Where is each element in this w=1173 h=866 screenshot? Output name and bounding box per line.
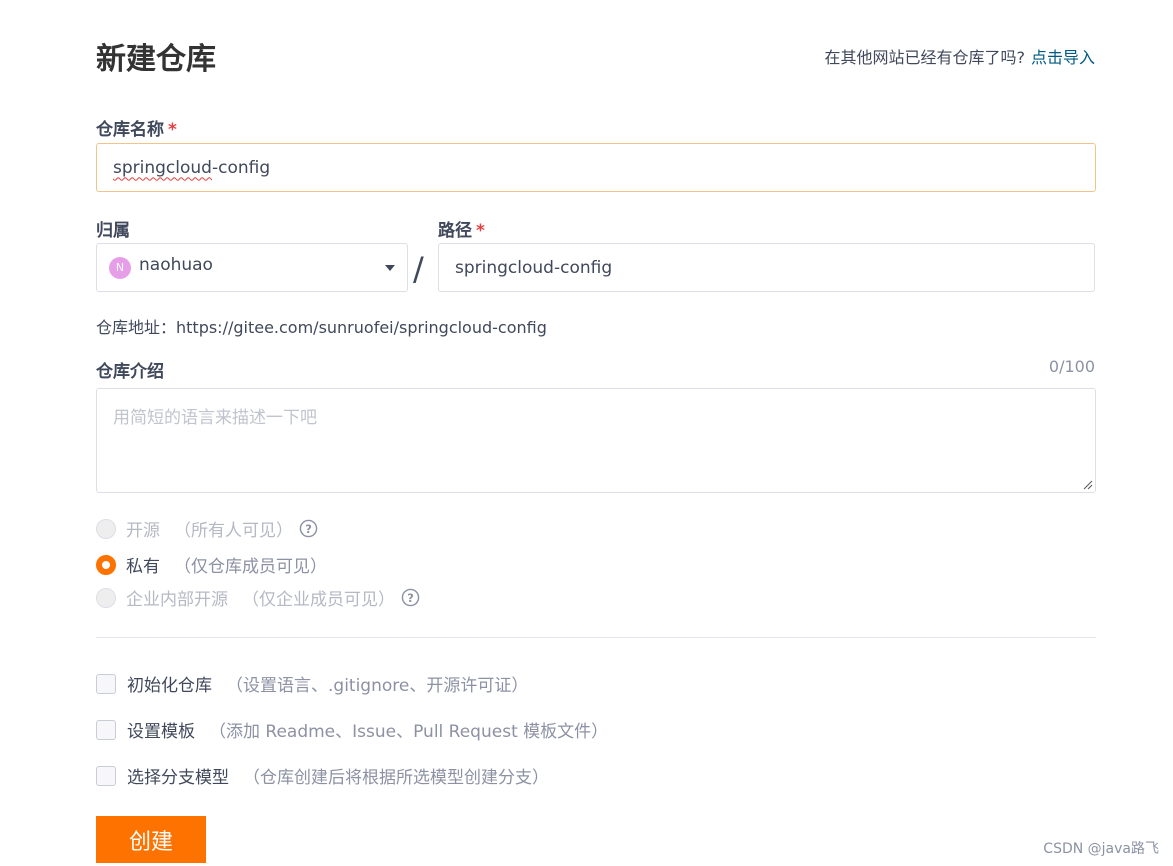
avatar: N	[109, 256, 131, 279]
description-placeholder: 用简短的语言来描述一下吧	[113, 408, 317, 428]
radio-public[interactable]	[96, 518, 116, 539]
import-prompt: 在其他网站已经有仓库了吗?	[824, 48, 1025, 67]
owner-select[interactable]: N naohuao	[96, 243, 408, 292]
visibility-label: 私有	[126, 557, 160, 577]
svg-text:?: ?	[305, 522, 312, 536]
path-separator: /	[413, 250, 424, 288]
required-mark: *	[476, 221, 485, 241]
description-counter: 0/100	[1048, 357, 1095, 376]
visibility-hint: （仅企业成员可见）	[242, 590, 395, 610]
visibility-label: 企业内部开源	[126, 590, 228, 610]
option-label: 选择分支模型	[127, 768, 229, 788]
help-icon[interactable]: ?	[299, 519, 318, 538]
import-link[interactable]: 点击导入	[1031, 48, 1095, 67]
visibility-hint: （所有人可见）	[174, 521, 293, 541]
option-label: 设置模板	[127, 722, 195, 742]
radio-private[interactable]	[96, 554, 116, 575]
divider	[96, 637, 1096, 638]
path-label-text: 路径	[438, 221, 472, 241]
visibility-option-enterprise[interactable]: 企业内部开源 （仅企业成员可见） ?	[96, 585, 420, 610]
option-hint: （添加 Readme、Issue、Pull Request 模板文件）	[209, 722, 609, 742]
owner-name: naohuao	[139, 254, 213, 275]
watermark: CSDN @java路飞	[1043, 841, 1159, 857]
repo-name-value-rest: -config	[211, 157, 271, 178]
import-hint: 在其他网站已经有仓库了吗? 点击导入	[824, 44, 1095, 68]
svg-text:?: ?	[407, 591, 414, 605]
checkbox-set-template[interactable]	[96, 719, 116, 740]
option-set-template[interactable]: 设置模板 （添加 Readme、Issue、Pull Request 模板文件）	[96, 717, 608, 742]
option-init-repo[interactable]: 初始化仓库 （设置语言、.gitignore、开源许可证）	[96, 671, 528, 696]
caret-down-icon	[385, 265, 395, 271]
create-button[interactable]: 创建	[96, 816, 206, 863]
repo-address: 仓库地址：https://gitee.com/sunruofei/springc…	[96, 318, 547, 337]
repo-name-input[interactable]: springcloud -config	[96, 143, 1096, 192]
resize-grip-icon[interactable]	[1083, 480, 1093, 490]
option-hint: （设置语言、.gitignore、开源许可证）	[226, 676, 529, 696]
checkbox-branch-model[interactable]	[96, 765, 116, 786]
owner-label: 归属	[96, 221, 130, 241]
repo-name-value-misspelled: springcloud	[113, 157, 212, 178]
repo-name-label: 仓库名称 *	[96, 115, 177, 140]
path-label: 路径 *	[438, 216, 485, 241]
visibility-option-public[interactable]: 开源 （所有人可见） ?	[96, 516, 318, 541]
repo-name-label-text: 仓库名称	[96, 120, 164, 140]
help-icon[interactable]: ?	[401, 588, 420, 607]
option-label: 初始化仓库	[127, 676, 212, 696]
description-textarea[interactable]: 用简短的语言来描述一下吧	[96, 388, 1096, 493]
option-hint: （仓库创建后将根据所选模型创建分支）	[243, 768, 549, 788]
page-title: 新建仓库	[96, 42, 216, 77]
path-value: springcloud-config	[455, 257, 613, 278]
path-input[interactable]: springcloud-config	[438, 243, 1095, 292]
option-branch-model[interactable]: 选择分支模型 （仓库创建后将根据所选模型创建分支）	[96, 763, 549, 788]
radio-enterprise[interactable]	[96, 587, 116, 608]
required-mark: *	[168, 120, 177, 140]
checkbox-init-repo[interactable]	[96, 673, 116, 694]
visibility-hint: （仅仓库成员可见）	[174, 557, 327, 577]
description-label: 仓库介绍	[96, 362, 164, 382]
visibility-option-private[interactable]: 私有 （仅仓库成员可见）	[96, 552, 327, 577]
visibility-label: 开源	[126, 521, 160, 541]
